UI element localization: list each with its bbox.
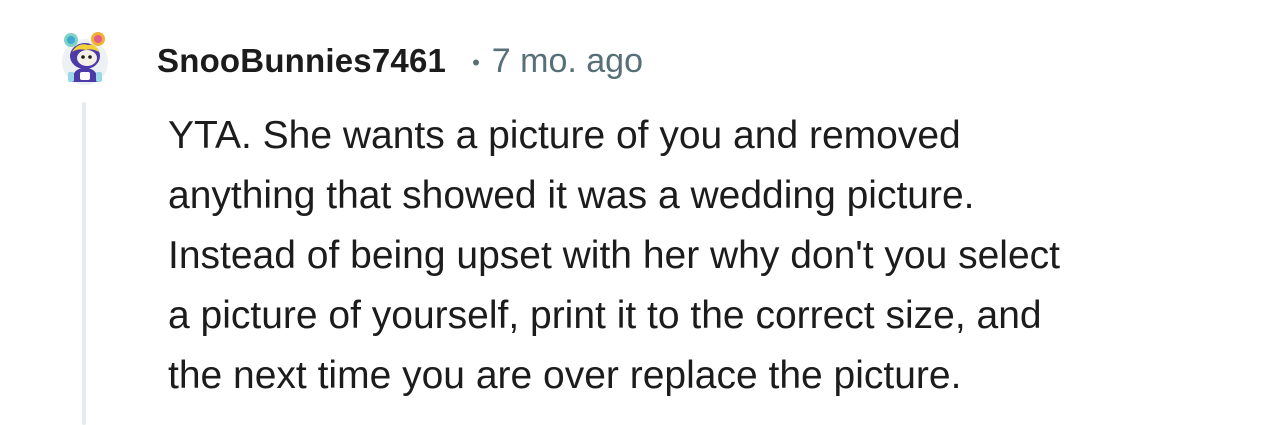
comment-body-line: a picture of yourself, print it to the c… <box>168 294 1042 337</box>
comment-body-line: Instead of being upset with her why don'… <box>168 234 1060 277</box>
comment-meta: SnooBunnies7461 • 7 mo. ago <box>157 38 643 84</box>
comment-body-line: YTA. She wants a picture of you and remo… <box>168 114 961 157</box>
comment-body-line: the next time you are over replace the p… <box>168 354 962 397</box>
snoo-avatar-icon[interactable] <box>58 28 112 86</box>
timestamp[interactable]: 7 mo. ago <box>492 42 643 81</box>
comment-body-line: anything that showed it was a wedding pi… <box>168 174 975 217</box>
thread-line[interactable] <box>82 102 86 425</box>
meta-separator: • <box>472 50 480 75</box>
username-link[interactable]: SnooBunnies7461 <box>157 42 446 80</box>
comment: SnooBunnies7461 • 7 mo. ago YTA. She wan… <box>0 0 1284 425</box>
comment-body: YTA. She wants a picture of you and remo… <box>168 106 1228 406</box>
